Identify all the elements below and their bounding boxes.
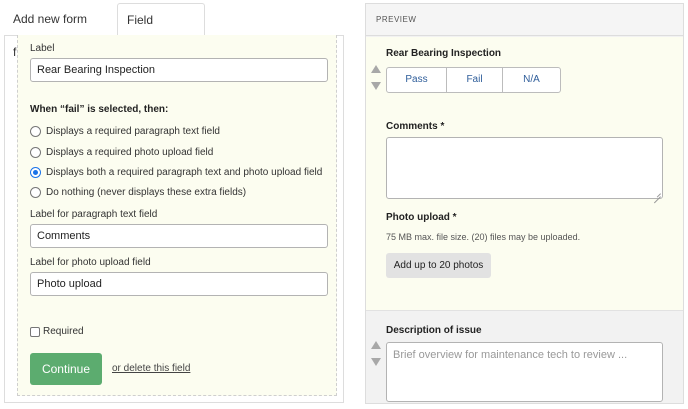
fail-option[interactable]: Fail (447, 68, 503, 92)
fail-option-photo[interactable]: Displays a required photo upload field (30, 145, 213, 159)
radio-label: Displays a required paragraph text field (46, 125, 220, 137)
move-down-icon[interactable] (371, 82, 381, 90)
photo-label-caption: Label for photo upload field (30, 257, 151, 268)
radio-label: Displays a required photo upload field (46, 146, 214, 158)
add-photos-button[interactable]: Add up to 20 photos (386, 253, 491, 278)
label-input[interactable] (30, 58, 328, 82)
field-settings-panel: Label When “fail” is selected, then: Dis… (17, 35, 337, 396)
description-label: Description of issue (386, 325, 482, 336)
label-caption: Label (30, 43, 55, 54)
required-checkbox-row[interactable]: Required (30, 326, 84, 337)
preview-header: PREVIEW (366, 4, 683, 36)
na-option[interactable]: N/A (503, 68, 560, 92)
fail-option-both[interactable]: Displays both a required paragraph text … (30, 165, 322, 179)
fail-option-nothing[interactable]: Do nothing (never displays these extra f… (30, 185, 246, 199)
radio-label: Do nothing (never displays these extra f… (46, 186, 247, 198)
preview-panel: PREVIEW Rear Bearing Inspection Pass Fai… (365, 3, 684, 404)
tab-bar: Add new form fields Field Settings (4, 3, 344, 60)
move-up-icon[interactable] (371, 341, 381, 349)
required-label: Required (43, 326, 84, 337)
required-checkbox[interactable] (30, 326, 40, 337)
photo-upload-hint: 75 MB max. file size. (20) files may be … (386, 232, 581, 242)
fail-option-paragraph[interactable]: Displays a required paragraph text field (30, 124, 220, 138)
paragraph-label-caption: Label for paragraph text field (30, 209, 158, 220)
pass-option[interactable]: Pass (387, 68, 447, 92)
radio-button[interactable] (30, 125, 41, 137)
preview-title: PREVIEW (376, 15, 417, 24)
paragraph-label-input[interactable] (30, 224, 328, 248)
move-down-icon[interactable] (371, 358, 381, 366)
radio-button-selected[interactable] (30, 166, 41, 178)
description-textarea[interactable] (386, 342, 663, 402)
photo-label-input[interactable] (30, 272, 328, 296)
preview-field-card-inspection[interactable]: Rear Bearing Inspection Pass Fail N/A Co… (366, 37, 683, 310)
photo-upload-label: Photo upload * (386, 212, 457, 223)
continue-button[interactable]: Continue (30, 353, 102, 385)
tab-field-settings[interactable]: Field Settings (117, 3, 205, 60)
resize-grip-icon[interactable] (654, 190, 661, 197)
preview-field-card-description[interactable]: Description of issue (366, 310, 683, 403)
delete-field-link[interactable]: or delete this field (112, 363, 190, 374)
tab-add-new-form-fields[interactable]: Add new form fields (4, 3, 117, 59)
field-settings-container: Label When “fail” is selected, then: Dis… (4, 35, 344, 403)
pass-fail-segmented-control: Pass Fail N/A (386, 67, 561, 93)
move-up-icon[interactable] (371, 65, 381, 73)
preview-field-title: Rear Bearing Inspection (386, 48, 502, 59)
comments-textarea[interactable] (386, 137, 663, 199)
radio-label: Displays both a required paragraph text … (46, 166, 323, 178)
comments-label: Comments * (386, 121, 445, 132)
fail-behavior-heading: When “fail” is selected, then: (30, 104, 169, 115)
radio-button[interactable] (30, 146, 41, 158)
radio-button[interactable] (30, 186, 41, 198)
